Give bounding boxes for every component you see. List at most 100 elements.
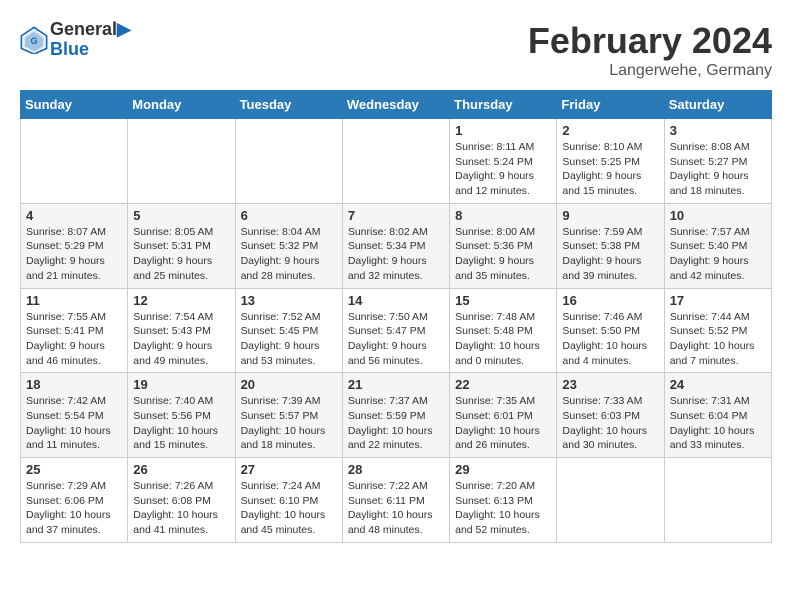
calendar-day-cell: 8Sunrise: 8:00 AMSunset: 5:36 PMDaylight…: [450, 203, 557, 288]
calendar-day-cell: 16 Sunrise: 7:46 AMSunset: 5:50 PMDayligh…: [557, 288, 664, 373]
calendar-day-cell: [557, 458, 664, 543]
day-info: Sunrise: 7:22 AMSunset: 6:11 PMDaylight:…: [348, 479, 444, 538]
calendar-day-cell: [128, 119, 235, 204]
calendar-day-cell: 17 Sunrise: 7:44 AMSunset: 5:52 PMDayligh…: [664, 288, 771, 373]
calendar-day-cell: 1 Sunrise: 8:11 AMSunset: 5:24 PMDaylight…: [450, 119, 557, 204]
day-number: 9: [562, 208, 658, 223]
day-info: Sunrise: 7:29 AMSunset: 6:06 PMDaylight:…: [26, 479, 122, 538]
day-info: Sunrise: 7:40 AMSunset: 5:56 PMDaylight:…: [133, 394, 229, 453]
calendar-day-cell: 2 Sunrise: 8:10 AMSunset: 5:25 PMDaylight…: [557, 119, 664, 204]
calendar-day-cell: 11 Sunrise: 7:55 AMSunset: 5:41 PMDayligh…: [21, 288, 128, 373]
calendar-week-row: 25 Sunrise: 7:29 AMSunset: 6:06 PMDayligh…: [21, 458, 772, 543]
calendar-day-cell: 27 Sunrise: 7:24 AMSunset: 6:10 PMDayligh…: [235, 458, 342, 543]
day-number: 5: [133, 208, 229, 223]
calendar-day-cell: 15Sunrise: 7:48 AMSunset: 5:48 PMDayligh…: [450, 288, 557, 373]
day-info: Sunrise: 8:11 AMSunset: 5:24 PMDaylight:…: [455, 140, 551, 199]
weekday-header: Sunday: [21, 91, 128, 119]
day-info: Sunrise: 7:37 AMSunset: 5:59 PMDaylight:…: [348, 394, 444, 453]
day-info: Sunrise: 7:42 AMSunset: 5:54 PMDaylight:…: [26, 394, 122, 453]
calendar-day-cell: [21, 119, 128, 204]
calendar-day-cell: 10Sunrise: 7:57 AMSunset: 5:40 PMDayligh…: [664, 203, 771, 288]
day-number: 2: [562, 123, 658, 138]
day-info: Sunrise: 8:05 AMSunset: 5:31 PMDaylight:…: [133, 225, 229, 284]
day-info: Sunrise: 8:10 AMSunset: 5:25 PMDaylight:…: [562, 140, 658, 199]
logo-line1: General▶: [50, 20, 131, 40]
calendar-day-cell: 20Sunrise: 7:39 AMSunset: 5:57 PMDayligh…: [235, 373, 342, 458]
day-number: 17: [670, 293, 766, 308]
day-number: 18: [26, 377, 122, 392]
day-number: 20: [241, 377, 337, 392]
day-info: Sunrise: 7:59 AMSunset: 5:38 PMDaylight:…: [562, 225, 658, 284]
day-number: 28: [348, 462, 444, 477]
calendar-day-cell: 25 Sunrise: 7:29 AMSunset: 6:06 PMDayligh…: [21, 458, 128, 543]
calendar-day-cell: 21 Sunrise: 7:37 AMSunset: 5:59 PMDayligh…: [342, 373, 449, 458]
day-number: 16: [562, 293, 658, 308]
calendar-day-cell: [342, 119, 449, 204]
day-info: Sunrise: 7:44 AMSunset: 5:52 PMDaylight:…: [670, 310, 766, 369]
day-info: Sunrise: 7:50 AMSunset: 5:47 PMDaylight:…: [348, 310, 444, 369]
day-info: Sunrise: 7:55 AMSunset: 5:41 PMDaylight:…: [26, 310, 122, 369]
calendar-week-row: 18 Sunrise: 7:42 AMSunset: 5:54 PMDayligh…: [21, 373, 772, 458]
day-info: Sunrise: 8:07 AMSunset: 5:29 PMDaylight:…: [26, 225, 122, 284]
logo-icon: G: [20, 26, 48, 54]
day-number: 27: [241, 462, 337, 477]
logo-line2: Blue: [50, 40, 131, 60]
calendar-day-cell: 14Sunrise: 7:50 AMSunset: 5:47 PMDayligh…: [342, 288, 449, 373]
calendar-day-cell: 29 Sunrise: 7:20 AMSunset: 6:13 PMDayligh…: [450, 458, 557, 543]
weekday-header-row: SundayMondayTuesdayWednesdayThursdayFrid…: [21, 91, 772, 119]
calendar-table: SundayMondayTuesdayWednesdayThursdayFrid…: [20, 90, 772, 543]
day-number: 1: [455, 123, 551, 138]
calendar-day-cell: [664, 458, 771, 543]
day-info: Sunrise: 8:02 AMSunset: 5:34 PMDaylight:…: [348, 225, 444, 284]
day-number: 22: [455, 377, 551, 392]
calendar-day-cell: 12 Sunrise: 7:54 AMSunset: 5:43 PMDayligh…: [128, 288, 235, 373]
weekday-header: Tuesday: [235, 91, 342, 119]
svg-text:G: G: [30, 36, 37, 46]
day-info: Sunrise: 7:52 AMSunset: 5:45 PMDaylight:…: [241, 310, 337, 369]
calendar-day-cell: [235, 119, 342, 204]
day-number: 12: [133, 293, 229, 308]
calendar-day-cell: 13Sunrise: 7:52 AMSunset: 5:45 PMDayligh…: [235, 288, 342, 373]
logo: G General▶ Blue: [20, 20, 131, 60]
title-block: February 2024 Langerwehe, Germany: [528, 20, 772, 80]
day-number: 21: [348, 377, 444, 392]
day-info: Sunrise: 7:46 AMSunset: 5:50 PMDaylight:…: [562, 310, 658, 369]
calendar-day-cell: 9 Sunrise: 7:59 AMSunset: 5:38 PMDaylight…: [557, 203, 664, 288]
day-number: 15: [455, 293, 551, 308]
calendar-day-cell: 7Sunrise: 8:02 AMSunset: 5:34 PMDaylight…: [342, 203, 449, 288]
day-info: Sunrise: 7:24 AMSunset: 6:10 PMDaylight:…: [241, 479, 337, 538]
day-number: 11: [26, 293, 122, 308]
weekday-header: Thursday: [450, 91, 557, 119]
day-info: Sunrise: 7:20 AMSunset: 6:13 PMDaylight:…: [455, 479, 551, 538]
calendar-week-row: 11 Sunrise: 7:55 AMSunset: 5:41 PMDayligh…: [21, 288, 772, 373]
calendar-day-cell: 22Sunrise: 7:35 AMSunset: 6:01 PMDayligh…: [450, 373, 557, 458]
weekday-header: Friday: [557, 91, 664, 119]
calendar-day-cell: 4 Sunrise: 8:07 AMSunset: 5:29 PMDaylight…: [21, 203, 128, 288]
weekday-header: Wednesday: [342, 91, 449, 119]
day-number: 10: [670, 208, 766, 223]
day-number: 3: [670, 123, 766, 138]
day-info: Sunrise: 7:54 AMSunset: 5:43 PMDaylight:…: [133, 310, 229, 369]
day-info: Sunrise: 7:33 AMSunset: 6:03 PMDaylight:…: [562, 394, 658, 453]
location: Langerwehe, Germany: [528, 62, 772, 80]
day-number: 26: [133, 462, 229, 477]
calendar-day-cell: 24Sunrise: 7:31 AMSunset: 6:04 PMDayligh…: [664, 373, 771, 458]
day-number: 6: [241, 208, 337, 223]
day-number: 4: [26, 208, 122, 223]
day-number: 23: [562, 377, 658, 392]
month-title: February 2024: [528, 20, 772, 62]
day-number: 19: [133, 377, 229, 392]
calendar-week-row: 4 Sunrise: 8:07 AMSunset: 5:29 PMDaylight…: [21, 203, 772, 288]
day-number: 8: [455, 208, 551, 223]
day-number: 24: [670, 377, 766, 392]
calendar-day-cell: 23 Sunrise: 7:33 AMSunset: 6:03 PMDayligh…: [557, 373, 664, 458]
weekday-header: Monday: [128, 91, 235, 119]
weekday-header: Saturday: [664, 91, 771, 119]
calendar-day-cell: 26Sunrise: 7:26 AMSunset: 6:08 PMDayligh…: [128, 458, 235, 543]
day-number: 25: [26, 462, 122, 477]
calendar-day-cell: 6Sunrise: 8:04 AMSunset: 5:32 PMDaylight…: [235, 203, 342, 288]
day-info: Sunrise: 8:08 AMSunset: 5:27 PMDaylight:…: [670, 140, 766, 199]
calendar-day-cell: 28 Sunrise: 7:22 AMSunset: 6:11 PMDayligh…: [342, 458, 449, 543]
day-number: 29: [455, 462, 551, 477]
page-header: G General▶ Blue February 2024 Langerwehe…: [20, 20, 772, 80]
